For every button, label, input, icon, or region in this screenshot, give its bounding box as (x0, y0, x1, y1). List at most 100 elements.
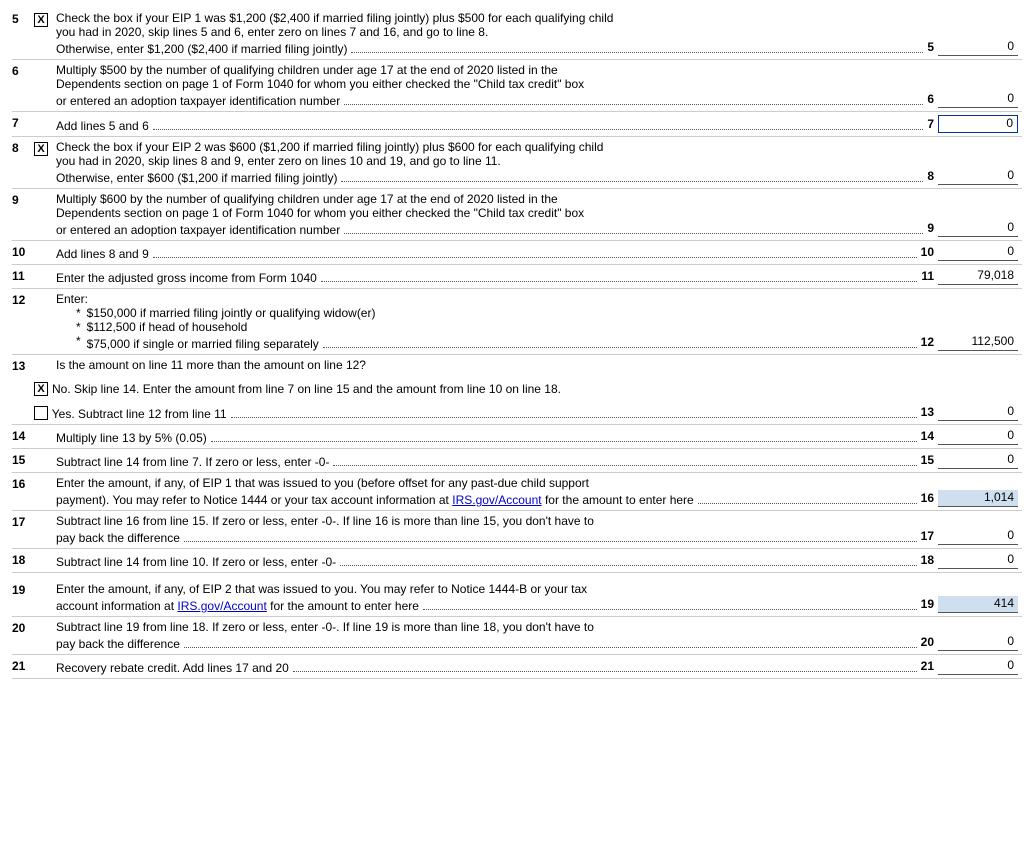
field-value-9: 0 (938, 220, 1018, 237)
line-5-text-0: Check the box if your EIP 1 was $1,200 (… (56, 11, 1018, 25)
line-19-link[interactable]: IRS.gov/Account (177, 599, 266, 613)
dotted-13 (231, 417, 917, 418)
dotted-9 (344, 233, 923, 234)
line-12-checkbox-area (34, 292, 56, 294)
line-18-cb-area (34, 552, 56, 554)
bullet-1: * $150,000 if married filing jointly or … (76, 306, 1018, 320)
field-label-21: 21 (921, 659, 938, 675)
line-10-row: 10Add lines 8 and 9100 (12, 241, 1022, 265)
line-9-text-0: Multiply $600 by the number of qualifyin… (56, 192, 1018, 206)
line-8-text-1: you had in 2020, skip lines 8 and 9, ent… (56, 154, 1018, 168)
line-13-no-checkbox: X No. Skip line 14. Enter the amount fro… (34, 382, 1018, 396)
line-13-checkbox-area (34, 358, 56, 360)
field-value-6: 0 (938, 91, 1018, 108)
line-11-row: 11Enter the adjusted gross income from F… (12, 265, 1022, 289)
dotted-17 (184, 541, 917, 542)
line-7-row: 7Add lines 5 and 670 (12, 112, 1022, 137)
line-21-content: Recovery rebate credit. Add lines 17 and… (56, 658, 1022, 675)
line-14-row-inline: Multiply line 13 by 5% (0.05) 14 0 (56, 428, 1018, 445)
field-value-20: 0 (938, 634, 1018, 651)
line-15-text: Subtract line 14 from line 7. If zero or… (56, 455, 329, 469)
line-9-text-1: Dependents section on page 1 of Form 104… (56, 206, 1018, 220)
field-label-7: 7 (927, 117, 938, 133)
no-checkbox-box: X (34, 382, 48, 396)
bullet-3-row: $75,000 if single or married filing sepa… (87, 334, 1018, 351)
line-6-last-row: or entered an adoption taxpayer identifi… (56, 91, 1018, 108)
field-value-8: 0 (938, 168, 1018, 185)
line-16-num: 16 (12, 476, 34, 491)
line-14-cb-area (34, 428, 56, 430)
line-21-cb-area (34, 658, 56, 660)
dotted-21 (293, 671, 917, 672)
line-19-text-2: for the amount to enter here (270, 599, 419, 613)
bullet-3: * $75,000 if single or married filing se… (76, 334, 1018, 351)
field-label-13: 13 (921, 405, 938, 421)
line-9-content: Multiply $600 by the number of qualifyin… (56, 192, 1022, 237)
field-label-15: 15 (921, 453, 938, 469)
line-14-content: Multiply line 13 by 5% (0.05) 14 0 (56, 428, 1022, 445)
field-label-10: 10 (921, 245, 938, 261)
field-value-19: 414 (938, 596, 1018, 613)
field-value-18: 0 (938, 552, 1018, 569)
field-label-16: 16 (921, 491, 938, 507)
line-12-bullets: * $150,000 if married filing jointly or … (56, 306, 1018, 351)
line-10-num: 10 (12, 244, 34, 259)
field-label-11: 11 (921, 269, 938, 285)
line-17-text-0: Subtract line 16 from line 15. If zero o… (56, 514, 1018, 528)
line-11-content: Enter the adjusted gross income from For… (56, 268, 1022, 285)
line-13-yes-row: Yes. Subtract line 12 from line 11 13 0 (12, 399, 1022, 425)
dotted-11 (321, 281, 918, 282)
field-label-14: 14 (921, 429, 938, 445)
line-7-cb-area (34, 115, 56, 117)
line-18-content: Subtract line 14 from line 10. If zero o… (56, 552, 1022, 569)
line-13-yes-content: Yes. Subtract line 12 from line 11 13 0 (34, 402, 1022, 421)
bullet-text-2: $112,500 if head of household (87, 320, 248, 334)
line-13-no-text: No. Skip line 14. Enter the amount from … (52, 382, 561, 396)
line-7-last-row: Add lines 5 and 670 (56, 115, 1018, 133)
line-14-num: 14 (12, 428, 34, 443)
line-15-row-inline: Subtract line 14 from line 7. If zero or… (56, 452, 1018, 469)
line-13-container: 13 Is the amount on line 11 more than th… (12, 355, 1022, 425)
line-5-last-text: Otherwise, enter $1,200 ($2,400 if marri… (56, 42, 347, 56)
line-7-last-text: Add lines 5 and 6 (56, 119, 149, 133)
line-17-row-inline: pay back the difference 17 0 (56, 528, 1018, 545)
form-container: 5XCheck the box if your EIP 1 was $1,200… (0, 0, 1034, 687)
line-13-yes-checkbox: Yes. Subtract line 12 from line 11 13 0 (34, 404, 1018, 421)
line-17-content: Subtract line 16 from line 15. If zero o… (56, 514, 1022, 545)
line-21-text: Recovery rebate credit. Add lines 17 and… (56, 661, 289, 675)
dotted-16 (698, 503, 917, 504)
line-6-row: 6 Multiply $500 by the number of qualifyi… (12, 60, 1022, 112)
dotted-12 (323, 347, 917, 348)
field-value-13: 0 (938, 404, 1018, 421)
line-13-no-row: X No. Skip line 14. Enter the amount fro… (12, 377, 1022, 399)
line-9-row: 9Multiply $600 by the number of qualifyi… (12, 189, 1022, 241)
field-value-15: 0 (938, 452, 1018, 469)
line-21-num: 21 (12, 658, 34, 673)
line-14-text: Multiply line 13 by 5% (0.05) (56, 431, 207, 445)
line-10-last-row: Add lines 8 and 9100 (56, 244, 1018, 261)
line-21-row-inline: Recovery rebate credit. Add lines 17 and… (56, 658, 1018, 675)
line-6-content: Multiply $500 by the number of qualifyin… (56, 63, 1022, 108)
line-7-content: Add lines 5 and 670 (56, 115, 1022, 133)
line-16-link[interactable]: IRS.gov/Account (452, 493, 541, 507)
dotted-8 (341, 181, 923, 182)
bullet-text-1: $150,000 if married filing jointly or qu… (87, 306, 376, 320)
line-13-yes-spacer (12, 402, 34, 403)
line-5-row: 5XCheck the box if your EIP 1 was $1,200… (12, 8, 1022, 60)
line-10-last-text: Add lines 8 and 9 (56, 247, 149, 261)
line-13-question: Is the amount on line 11 more than the a… (56, 358, 1022, 372)
line-18-num: 18 (12, 552, 34, 567)
field-value-16: 1,014 (938, 490, 1018, 507)
line-10-content: Add lines 8 and 9100 (56, 244, 1022, 261)
line-18-row-inline: Subtract line 14 from line 10. If zero o… (56, 552, 1018, 569)
line-8-num: 8 (12, 140, 34, 155)
bullet-star-3: * (76, 334, 81, 351)
field-label-17: 17 (921, 529, 938, 545)
line-17-num: 17 (12, 514, 34, 529)
line-9-cb-area (34, 192, 56, 194)
field-label-12: 12 (921, 335, 938, 351)
line-17-cb-area (34, 514, 56, 516)
bullet-text-3: $75,000 if single or married filing sepa… (87, 337, 319, 351)
line-17-row: 17 Subtract line 16 from line 15. If zer… (12, 511, 1022, 549)
line-6-num: 6 (12, 63, 34, 78)
